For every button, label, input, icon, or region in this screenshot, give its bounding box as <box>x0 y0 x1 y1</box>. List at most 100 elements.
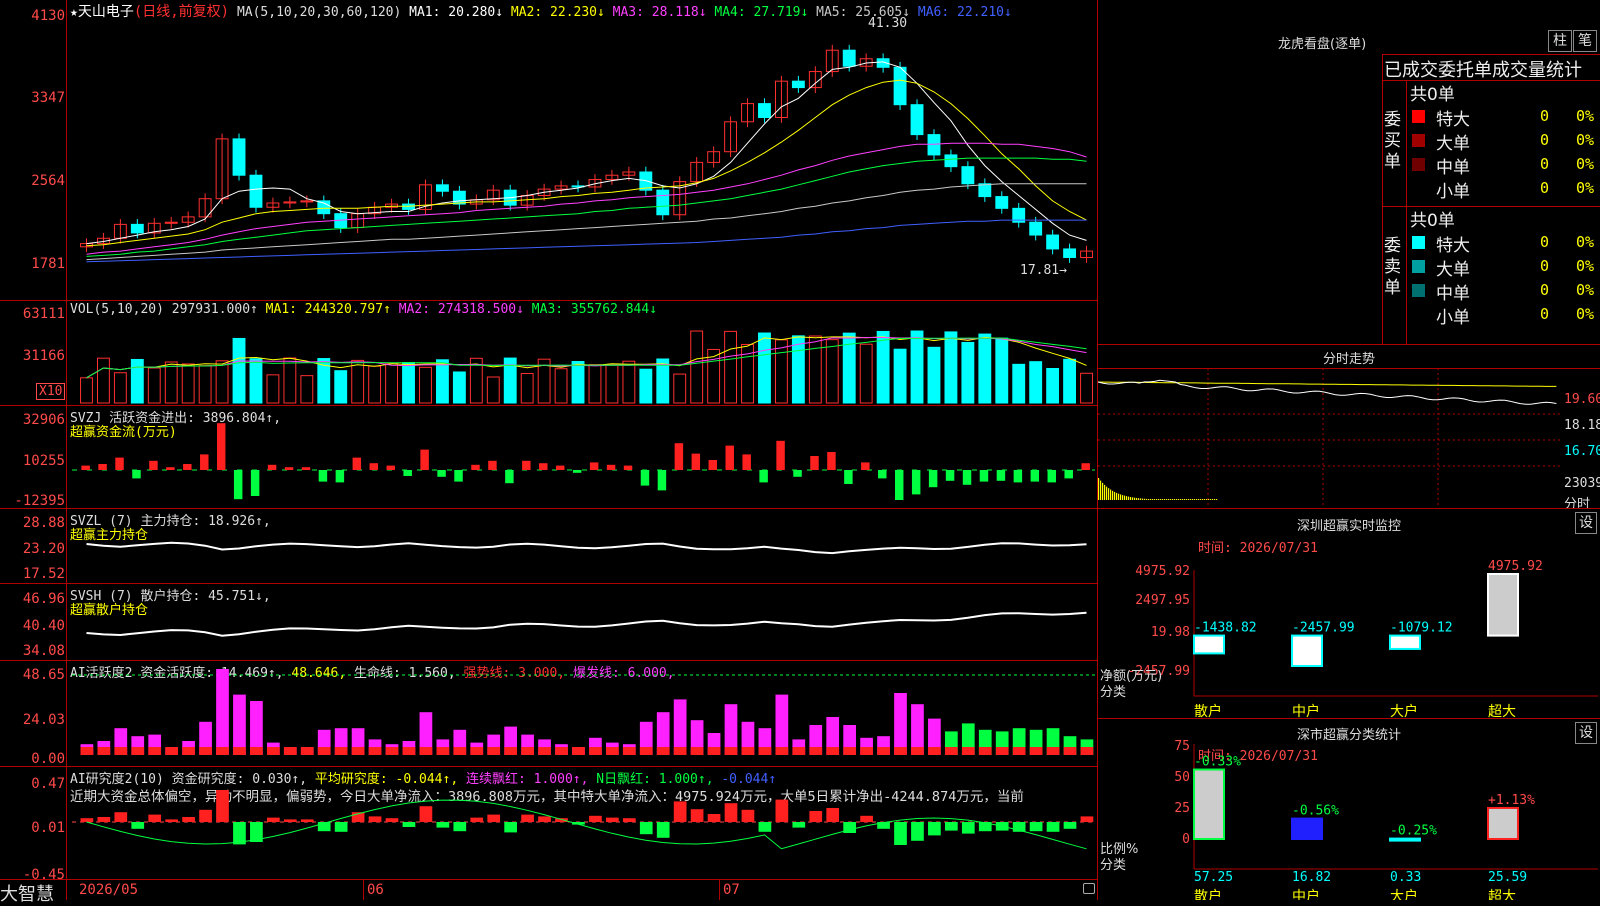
volume-bar <box>300 375 314 404</box>
volume-bar <box>80 377 93 404</box>
candle-body <box>995 196 1009 209</box>
volume-bar <box>385 362 399 404</box>
intraday-vol-bar <box>1140 498 1142 500</box>
lhb-row-count: 0 <box>1540 155 1550 173</box>
activity-base <box>436 747 450 755</box>
activity-base <box>995 747 1009 755</box>
research-bar <box>487 814 501 822</box>
volume-bar <box>690 330 704 404</box>
lhb-color-swatch <box>1412 110 1425 123</box>
price-candlestick-chart[interactable] <box>0 0 1100 300</box>
activity-base <box>199 747 212 755</box>
flow-bar <box>691 453 701 470</box>
research-bar <box>555 818 568 822</box>
flow-bar <box>216 423 226 470</box>
volume-bar <box>774 339 788 404</box>
research-bar <box>622 818 636 822</box>
volume-bar <box>639 368 653 404</box>
flow-bar <box>606 464 616 470</box>
lhb-row-label: 小单 <box>1436 308 1470 328</box>
activity-base <box>165 747 179 755</box>
bar-mode-button[interactable]: 柱 <box>1548 30 1572 52</box>
ai-research-chart[interactable] <box>0 766 1100 879</box>
lhb-row-count: 0 <box>1540 131 1550 149</box>
lhb-row-percent: 0% <box>1576 107 1595 125</box>
activity-base <box>673 747 687 755</box>
intraday-vol-bar <box>1116 492 1118 500</box>
flow-bar <box>1064 470 1073 479</box>
category-label: 超大 <box>1488 704 1516 718</box>
lhb-row-count: 0 <box>1540 257 1550 275</box>
lhb-row-percent: 0% <box>1576 305 1595 323</box>
sz-class-bar-chart[interactable]: 75 50 25 0 比例%分类 57.25 -0.33% 散户 16.82 -0.56% 中户 0.… <box>1098 718 1600 900</box>
activity-base <box>978 747 992 755</box>
bar-change-label: -0.25% <box>1390 824 1437 839</box>
intraday-avg-line <box>1098 381 1557 387</box>
intraday-vol-bar <box>1170 499 1172 500</box>
research-bar <box>114 812 128 822</box>
volume-bar <box>419 366 432 404</box>
divider <box>1382 54 1383 344</box>
activity-base <box>589 747 602 755</box>
volume-bar <box>893 348 907 404</box>
intraday-vol-bar <box>1208 499 1210 500</box>
volume-bar-chart[interactable] <box>0 300 1100 405</box>
research-bar <box>826 808 840 822</box>
volume-bar <box>198 365 212 404</box>
intraday-vol-bar <box>1162 499 1164 500</box>
ai-activity-chart[interactable] <box>0 660 1100 766</box>
intraday-vol-bar <box>1098 478 1100 500</box>
intraday-vol-bar <box>1124 495 1126 500</box>
activity-base <box>1080 747 1094 755</box>
research-bar <box>453 822 467 832</box>
flow-bar <box>810 456 819 470</box>
flow-bar <box>284 467 294 470</box>
activity-base <box>572 747 585 755</box>
spacer <box>0 0 1 1</box>
price-high-annotation: 41.30 <box>868 16 908 31</box>
bar-value-label: 57.25 <box>1194 870 1233 885</box>
flow-bar <box>166 467 175 470</box>
date-tick: 2026/05 <box>79 882 139 898</box>
svsh-retail-holding-chart[interactable] <box>0 583 1100 660</box>
volume-bar <box>554 368 568 404</box>
activity-base <box>656 747 670 755</box>
category-bar <box>1193 768 1225 840</box>
intraday-vol-bar <box>1198 499 1200 500</box>
activity-base <box>555 747 568 755</box>
intraday-vol-bar <box>1214 499 1216 500</box>
flow-bar <box>437 470 446 477</box>
sz-monitor-bar-chart[interactable]: 4975.92 2497.95 19.98 -2457.99 净额(万元)分类 -1438… <box>1098 508 1600 718</box>
date-tick: 07 <box>723 882 740 898</box>
activity-base <box>775 747 789 755</box>
candle-body <box>435 184 449 192</box>
volume-bar <box>791 335 805 404</box>
activity-bar <box>775 694 789 755</box>
intraday-vol-bar <box>1180 499 1182 500</box>
flow-bar <box>200 454 209 470</box>
flow-bar <box>657 470 667 491</box>
intraday-chart[interactable] <box>1098 368 1600 508</box>
axis-tick: 75 <box>1174 739 1190 754</box>
intraday-vol-bar <box>1110 489 1112 500</box>
volume-bar <box>452 371 466 404</box>
svzj-fund-flow-chart[interactable] <box>0 405 1100 508</box>
lock-icon[interactable] <box>1083 883 1095 894</box>
activity-base <box>792 747 806 755</box>
volume-bar <box>520 373 534 404</box>
svzl-main-holding-chart[interactable] <box>0 508 1100 583</box>
flow-bar <box>827 452 836 470</box>
intraday-vol-bar <box>1200 499 1202 500</box>
candle-body <box>130 223 144 234</box>
intraday-vol-bar <box>1158 499 1160 500</box>
tick-mode-button[interactable]: 笔 <box>1573 30 1597 52</box>
lhb-row-percent: 0% <box>1576 257 1595 275</box>
intraday-vol-bar <box>1160 499 1162 500</box>
flow-bar <box>1081 463 1090 470</box>
activity-base <box>368 747 382 755</box>
volume-bar <box>961 341 975 404</box>
volume-bar <box>571 361 585 404</box>
flow-bar <box>742 454 751 470</box>
bar-value-label: 0.33 <box>1390 870 1421 885</box>
flow-bar <box>928 470 938 488</box>
